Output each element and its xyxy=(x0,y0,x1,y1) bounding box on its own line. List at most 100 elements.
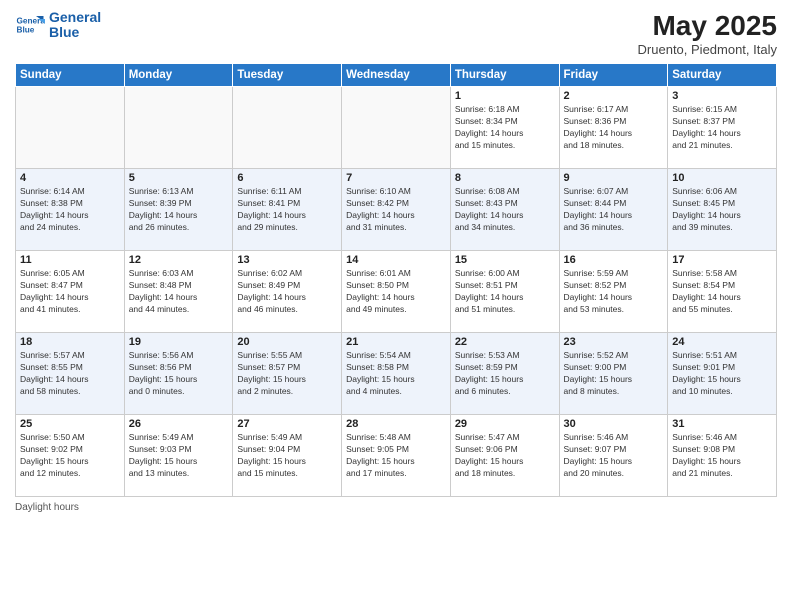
calendar-week-row: 4 Sunrise: 6:14 AMSunset: 8:38 PMDaylight… xyxy=(16,169,777,251)
location-subtitle: Druento, Piedmont, Italy xyxy=(638,42,777,57)
day-number: 14 xyxy=(346,254,446,266)
day-info: Sunrise: 5:48 AMSunset: 9:05 PMDaylight:… xyxy=(346,432,446,480)
day-number: 1 xyxy=(455,90,555,102)
day-info: Sunrise: 6:14 AMSunset: 8:38 PMDaylight:… xyxy=(20,186,120,234)
day-number: 18 xyxy=(20,336,120,348)
calendar-day-cell: 17Sunrise: 5:58 AMSunset: 8:54 PMDayligh… xyxy=(668,251,777,333)
day-info: Sunrise: 5:49 AMSunset: 9:04 PMDaylight:… xyxy=(237,432,337,480)
day-info: Sunrise: 6:13 AMSunset: 8:39 PMDaylight:… xyxy=(129,186,229,234)
day-number: 10 xyxy=(672,172,772,184)
calendar-day-cell: 13 Sunrise: 6:02 AMSunset: 8:49 PMDayligh… xyxy=(233,251,342,333)
day-number: 4 xyxy=(20,172,120,184)
day-info: Sunrise: 5:46 AMSunset: 9:08 PMDaylight:… xyxy=(672,432,772,480)
calendar-day-cell: 8 Sunrise: 6:08 AMSunset: 8:43 PMDaylight… xyxy=(450,169,559,251)
day-info: Sunrise: 6:06 AMSunset: 8:45 PMDaylight:… xyxy=(672,186,772,234)
day-info: Sunrise: 6:00 AMSunset: 8:51 PMDaylight:… xyxy=(455,268,555,316)
calendar-day-header: Wednesday xyxy=(342,64,451,87)
day-info: Sunrise: 5:51 AMSunset: 9:01 PMDaylight:… xyxy=(672,350,772,398)
calendar-day-header: Tuesday xyxy=(233,64,342,87)
day-number: 9 xyxy=(564,172,664,184)
calendar-day-cell: 27Sunrise: 5:49 AMSunset: 9:04 PMDayligh… xyxy=(233,415,342,497)
calendar-day-cell: 15 Sunrise: 6:00 AMSunset: 8:51 PMDayligh… xyxy=(450,251,559,333)
day-info: Sunrise: 5:49 AMSunset: 9:03 PMDaylight:… xyxy=(129,432,229,480)
day-info: Sunrise: 5:52 AMSunset: 9:00 PMDaylight:… xyxy=(564,350,664,398)
calendar-day-cell: 19 Sunrise: 5:56 AMSunset: 8:56 PMDayligh… xyxy=(124,333,233,415)
calendar-day-header: Saturday xyxy=(668,64,777,87)
month-title: May 2025 xyxy=(638,10,777,42)
day-info: Sunrise: 5:47 AMSunset: 9:06 PMDaylight:… xyxy=(455,432,555,480)
calendar-day-cell: 11 Sunrise: 6:05 AMSunset: 8:47 PMDayligh… xyxy=(16,251,125,333)
day-info: Sunrise: 6:01 AMSunset: 8:50 PMDaylight:… xyxy=(346,268,446,316)
day-info: Sunrise: 6:10 AMSunset: 8:42 PMDaylight:… xyxy=(346,186,446,234)
day-info: Sunrise: 5:56 AMSunset: 8:56 PMDaylight:… xyxy=(129,350,229,398)
day-info: Sunrise: 5:53 AMSunset: 8:59 PMDaylight:… xyxy=(455,350,555,398)
calendar-day-cell: 24Sunrise: 5:51 AMSunset: 9:01 PMDayligh… xyxy=(668,333,777,415)
day-info: Sunrise: 6:17 AMSunset: 8:36 PMDaylight:… xyxy=(564,104,664,152)
day-number: 31 xyxy=(672,418,772,430)
calendar-day-cell: 9Sunrise: 6:07 AMSunset: 8:44 PMDaylight… xyxy=(559,169,668,251)
day-info: Sunrise: 5:59 AMSunset: 8:52 PMDaylight:… xyxy=(564,268,664,316)
logo: General Blue General Blue xyxy=(15,10,101,41)
logo-blue: Blue xyxy=(49,25,101,40)
day-info: Sunrise: 5:58 AMSunset: 8:54 PMDaylight:… xyxy=(672,268,772,316)
calendar-day-cell xyxy=(342,87,451,169)
calendar-day-cell: 18 Sunrise: 5:57 AMSunset: 8:55 PMDayligh… xyxy=(16,333,125,415)
calendar-week-row: 1 Sunrise: 6:18 AMSunset: 8:34 PMDaylight… xyxy=(16,87,777,169)
day-number: 19 xyxy=(129,336,229,348)
day-info: Sunrise: 5:55 AMSunset: 8:57 PMDaylight:… xyxy=(237,350,337,398)
calendar-day-cell: 10 Sunrise: 6:06 AMSunset: 8:45 PMDayligh… xyxy=(668,169,777,251)
day-number: 8 xyxy=(455,172,555,184)
calendar-day-cell: 7Sunrise: 6:10 AMSunset: 8:42 PMDaylight… xyxy=(342,169,451,251)
day-number: 3 xyxy=(672,90,772,102)
day-info: Sunrise: 6:03 AMSunset: 8:48 PMDaylight:… xyxy=(129,268,229,316)
day-info: Sunrise: 6:05 AMSunset: 8:47 PMDaylight:… xyxy=(20,268,120,316)
calendar-day-cell: 16 Sunrise: 5:59 AMSunset: 8:52 PMDayligh… xyxy=(559,251,668,333)
calendar-day-header: Friday xyxy=(559,64,668,87)
day-number: 26 xyxy=(129,418,229,430)
footer: Daylight hours xyxy=(15,502,777,513)
day-info: Sunrise: 6:11 AMSunset: 8:41 PMDaylight:… xyxy=(237,186,337,234)
day-number: 16 xyxy=(564,254,664,266)
calendar-day-cell: 30Sunrise: 5:46 AMSunset: 9:07 PMDayligh… xyxy=(559,415,668,497)
day-number: 29 xyxy=(455,418,555,430)
calendar-table: SundayMondayTuesdayWednesdayThursdayFrid… xyxy=(15,63,777,497)
day-info: Sunrise: 6:02 AMSunset: 8:49 PMDaylight:… xyxy=(237,268,337,316)
calendar-day-header: Sunday xyxy=(16,64,125,87)
svg-text:Blue: Blue xyxy=(17,26,35,35)
calendar-day-cell: 1 Sunrise: 6:18 AMSunset: 8:34 PMDaylight… xyxy=(450,87,559,169)
day-number: 22 xyxy=(455,336,555,348)
calendar-day-cell: 31 Sunrise: 5:46 AMSunset: 9:08 PMDayligh… xyxy=(668,415,777,497)
calendar-day-cell xyxy=(16,87,125,169)
calendar-day-cell: 6Sunrise: 6:11 AMSunset: 8:41 PMDaylight… xyxy=(233,169,342,251)
day-info: Sunrise: 5:50 AMSunset: 9:02 PMDaylight:… xyxy=(20,432,120,480)
calendar-day-cell: 20Sunrise: 5:55 AMSunset: 8:57 PMDayligh… xyxy=(233,333,342,415)
daylight-hours-label: Daylight hours xyxy=(15,502,79,513)
calendar-day-cell: 29 Sunrise: 5:47 AMSunset: 9:06 PMDayligh… xyxy=(450,415,559,497)
header: General Blue General Blue May 2025 Druen… xyxy=(15,10,777,57)
day-number: 25 xyxy=(20,418,120,430)
day-info: Sunrise: 6:08 AMSunset: 8:43 PMDaylight:… xyxy=(455,186,555,234)
logo-icon: General Blue xyxy=(15,10,45,40)
calendar-day-cell: 5Sunrise: 6:13 AMSunset: 8:39 PMDaylight… xyxy=(124,169,233,251)
day-info: Sunrise: 6:18 AMSunset: 8:34 PMDaylight:… xyxy=(455,104,555,152)
day-info: Sunrise: 5:54 AMSunset: 8:58 PMDaylight:… xyxy=(346,350,446,398)
logo-general: General xyxy=(49,10,101,25)
calendar-week-row: 25 Sunrise: 5:50 AMSunset: 9:02 PMDayligh… xyxy=(16,415,777,497)
calendar-day-cell xyxy=(233,87,342,169)
calendar-day-cell: 23Sunrise: 5:52 AMSunset: 9:00 PMDayligh… xyxy=(559,333,668,415)
calendar-week-row: 18 Sunrise: 5:57 AMSunset: 8:55 PMDayligh… xyxy=(16,333,777,415)
day-number: 13 xyxy=(237,254,337,266)
day-number: 30 xyxy=(564,418,664,430)
calendar-day-cell: 12Sunrise: 6:03 AMSunset: 8:48 PMDayligh… xyxy=(124,251,233,333)
calendar-header-row: SundayMondayTuesdayWednesdayThursdayFrid… xyxy=(16,64,777,87)
calendar-day-cell xyxy=(124,87,233,169)
day-number: 28 xyxy=(346,418,446,430)
day-info: Sunrise: 5:57 AMSunset: 8:55 PMDaylight:… xyxy=(20,350,120,398)
calendar-day-cell: 2 Sunrise: 6:17 AMSunset: 8:36 PMDaylight… xyxy=(559,87,668,169)
day-number: 11 xyxy=(20,254,120,266)
day-number: 21 xyxy=(346,336,446,348)
day-number: 2 xyxy=(564,90,664,102)
calendar-week-row: 11 Sunrise: 6:05 AMSunset: 8:47 PMDayligh… xyxy=(16,251,777,333)
calendar-day-cell: 4 Sunrise: 6:14 AMSunset: 8:38 PMDaylight… xyxy=(16,169,125,251)
day-number: 15 xyxy=(455,254,555,266)
